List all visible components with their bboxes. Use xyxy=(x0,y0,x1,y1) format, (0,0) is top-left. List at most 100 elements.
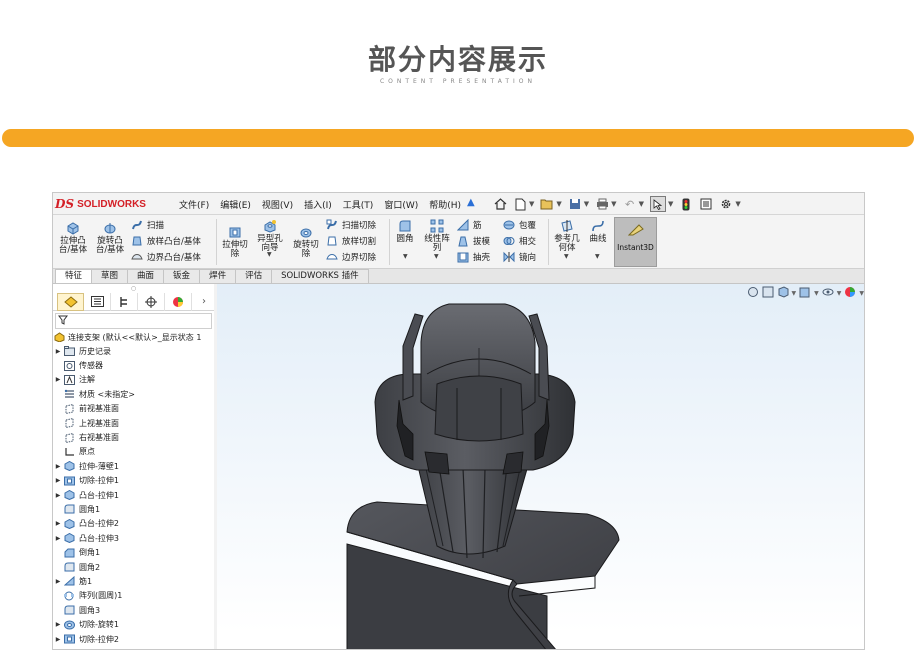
expand-arrow-icon[interactable]: ▶ xyxy=(53,578,63,585)
expand-arrow-icon[interactable]: ▶ xyxy=(53,535,63,542)
chevron-down-icon[interactable]: ▼ xyxy=(611,200,616,208)
tree-item[interactable]: 材质 <未指定> xyxy=(53,387,214,401)
chevron-down-icon[interactable]: ▼ xyxy=(434,253,439,260)
tree-item[interactable]: 前视基准面 xyxy=(53,402,214,416)
tree-item[interactable]: ▶ 筋1 xyxy=(53,574,214,588)
tree-item[interactable]: 圆角1 xyxy=(53,502,214,516)
chevron-down-icon[interactable]: ▼ xyxy=(639,200,644,208)
file-properties-icon[interactable] xyxy=(699,197,713,211)
hole-wizard-button[interactable]: 异型孔 向导 xyxy=(253,219,287,253)
feature-manager-tab-icon[interactable] xyxy=(57,292,84,311)
chevron-down-icon[interactable]: ▼ xyxy=(403,253,408,260)
select-icon[interactable] xyxy=(649,196,666,212)
print-icon[interactable] xyxy=(595,197,609,211)
draft-button[interactable]: 拔模 xyxy=(457,234,490,248)
undo-icon[interactable]: ↶ xyxy=(623,197,637,211)
tab-weldments[interactable]: 焊件 xyxy=(199,269,237,283)
expand-arrow-icon[interactable]: ▶ xyxy=(53,477,63,484)
tree-item[interactable]: ▶ 注解 xyxy=(53,373,214,387)
expand-arrow-icon[interactable]: ▶ xyxy=(53,636,63,643)
dimxpert-tab-icon[interactable] xyxy=(138,292,165,311)
tree-item[interactable]: 右视基准面 xyxy=(53,430,214,444)
tree-item[interactable]: ▶ 切除-拉伸1 xyxy=(53,474,214,488)
chevron-down-icon[interactable]: ▼ xyxy=(595,253,600,260)
wrap-button[interactable]: 包覆 xyxy=(503,218,536,232)
tree-item[interactable]: ▶ 切除-旋转1 xyxy=(53,617,214,631)
tab-sketch[interactable]: 草图 xyxy=(91,269,129,283)
model-connecting-bracket[interactable] xyxy=(217,284,865,650)
revolve-cut-button[interactable]: 旋转切 除 xyxy=(290,225,322,259)
curves-button[interactable]: 曲线 xyxy=(585,219,611,244)
sweep-cut-button[interactable]: 扫描切除 xyxy=(326,218,376,232)
tree-item[interactable]: 上视基准面 xyxy=(53,416,214,430)
solidworks-logo[interactable]: DS SOLIDWORKS xyxy=(55,194,159,214)
options-icon[interactable] xyxy=(719,197,733,211)
menu-file[interactable]: 文件(F) xyxy=(179,198,209,211)
tree-item[interactable]: ▶ 切除-拉伸2 xyxy=(53,632,214,646)
chevron-down-icon[interactable]: ▼ xyxy=(267,251,272,258)
tab-surfaces[interactable]: 曲面 xyxy=(127,269,165,283)
display-manager-tab-icon[interactable] xyxy=(165,292,192,311)
tree-item[interactable]: 倒角1 xyxy=(53,545,214,559)
expand-arrow-icon[interactable]: ▶ xyxy=(53,348,63,355)
tree-item[interactable]: 圆角3 xyxy=(53,603,214,617)
expand-arrow-icon[interactable]: ▶ xyxy=(53,376,63,383)
rebuild-icon[interactable] xyxy=(679,197,693,211)
part-root[interactable]: 连接支架 (默认<<默认>_显示状态 1 xyxy=(53,331,214,344)
expand-arrow-icon[interactable]: ▶ xyxy=(53,520,63,527)
menu-tools[interactable]: 工具(T) xyxy=(343,198,374,211)
configuration-manager-tab-icon[interactable] xyxy=(111,292,138,311)
tree-item[interactable]: ▶ 凸台-拉伸2 xyxy=(53,517,214,531)
expand-arrow-icon[interactable]: ▶ xyxy=(53,463,63,470)
pin-icon[interactable]: ▲ xyxy=(467,197,475,208)
save-icon[interactable] xyxy=(568,197,582,211)
tree-item[interactable]: 原点 xyxy=(53,445,214,459)
mirror-button[interactable]: 镜向 xyxy=(503,250,536,264)
chevron-down-icon[interactable]: ▼ xyxy=(735,200,740,208)
new-doc-icon[interactable] xyxy=(513,197,527,211)
menu-view[interactable]: 视图(V) xyxy=(262,198,293,211)
chevron-down-icon[interactable]: ▼ xyxy=(556,200,561,208)
home-icon[interactable] xyxy=(493,197,507,211)
sweep-button[interactable]: 扫描 xyxy=(131,218,164,232)
chevron-down-icon[interactable]: ▼ xyxy=(668,200,673,208)
expand-arrow-icon[interactable]: ▶ xyxy=(53,492,63,499)
tree-item[interactable]: 阵列(圆周)1 xyxy=(53,589,214,603)
boundary-cut-button[interactable]: 边界切除 xyxy=(326,250,376,264)
open-icon[interactable] xyxy=(540,197,554,211)
menu-insert[interactable]: 插入(I) xyxy=(304,198,332,211)
extrude-boss-button[interactable]: 拉伸凸 台/基体 xyxy=(56,221,90,255)
extrude-cut-button[interactable]: 拉伸切 除 xyxy=(220,225,250,259)
rib-button[interactable]: 筋 xyxy=(457,218,482,232)
chevron-down-icon[interactable]: ▼ xyxy=(584,200,589,208)
tab-addins[interactable]: SOLIDWORKS 插件 xyxy=(271,269,369,283)
revolve-boss-button[interactable]: 旋转凸 台/基体 xyxy=(93,221,127,255)
tree-filter[interactable] xyxy=(55,313,212,329)
property-manager-tab-icon[interactable] xyxy=(84,292,111,311)
menu-help[interactable]: 帮助(H) xyxy=(429,198,461,211)
tab-features[interactable]: 特征 xyxy=(55,269,93,283)
tree-item[interactable]: ▶ 拉伸-薄壁1 xyxy=(53,459,214,473)
expand-arrow-icon[interactable]: ▶ xyxy=(53,621,63,628)
intersect-button[interactable]: 相交 xyxy=(503,234,536,248)
tab-evaluate[interactable]: 评估 xyxy=(235,269,273,283)
menu-edit[interactable]: 编辑(E) xyxy=(220,198,251,211)
loft-boss-button[interactable]: 放样凸台/基体 xyxy=(131,234,201,248)
chevron-right-icon[interactable]: › xyxy=(202,296,206,307)
fillet-button[interactable]: 圆角 xyxy=(393,219,417,244)
menu-window[interactable]: 窗口(W) xyxy=(384,198,418,211)
graphics-area[interactable]: ▼ ▼ ▼ ▼ xyxy=(217,284,865,650)
chevron-down-icon[interactable]: ▼ xyxy=(529,200,534,208)
tree-item[interactable]: 圆角2 xyxy=(53,560,214,574)
chevron-down-icon[interactable]: ▼ xyxy=(564,253,569,260)
loft-cut-button[interactable]: 放样切割 xyxy=(326,234,376,248)
tab-sheet-metal[interactable]: 钣金 xyxy=(163,269,201,283)
boundary-boss-button[interactable]: 边界凸台/基体 xyxy=(131,250,201,264)
linear-pattern-button[interactable]: 线性阵 列 xyxy=(419,219,455,253)
instant3d-button[interactable]: Instant3D xyxy=(614,217,657,267)
tree-item[interactable]: ▶ 凸台-拉伸3 xyxy=(53,531,214,545)
tree-item[interactable]: ▶ 历史记录 xyxy=(53,344,214,358)
tree-item[interactable]: 传感器 xyxy=(53,358,214,372)
shell-button[interactable]: 抽壳 xyxy=(457,250,490,264)
reference-geometry-button[interactable]: 参考几 何体 xyxy=(551,219,583,253)
